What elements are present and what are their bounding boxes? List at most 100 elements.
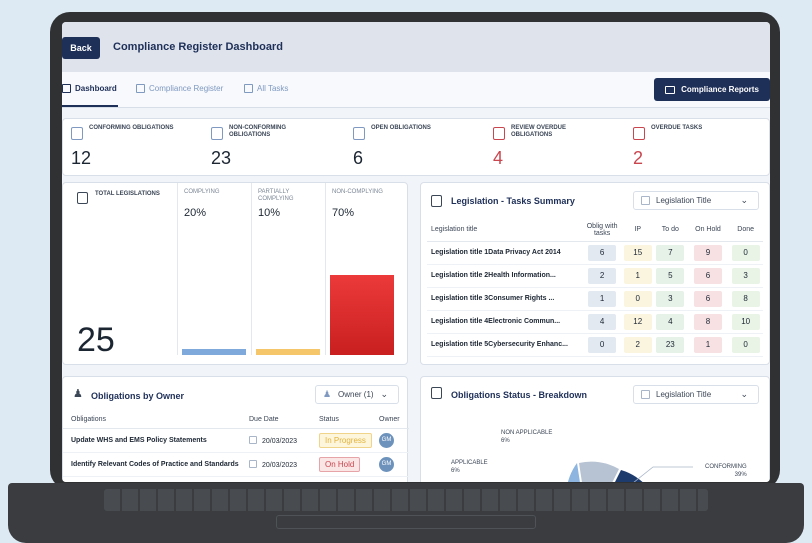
compliance-reports-button[interactable]: Compliance Reports	[654, 78, 770, 101]
column-label: NON-COMPLYING	[332, 189, 383, 195]
total-legislations-card: TOTAL LEGISLATIONS 25 COMPLYING 20% PART…	[62, 182, 408, 365]
count-value: 1	[623, 267, 652, 284]
dropdown-value: Owner (1)	[338, 390, 374, 399]
segment-name: NON APPLICABLE	[501, 430, 553, 436]
legislation-title: Legislation title 5Cybersecurity Enhanc.…	[427, 333, 582, 357]
count-cell: 0	[581, 333, 623, 357]
donut-segment-applicable	[568, 463, 580, 482]
count-value: 0	[731, 244, 760, 261]
count-value: 6	[693, 290, 722, 307]
segment-pct: 6%	[451, 468, 460, 474]
donut-segment-non-applicable	[579, 461, 619, 482]
tab-compliance-register[interactable]: Compliance Register	[136, 84, 223, 93]
table-row[interactable]: Legislation title 5Cybersecurity Enhanc.…	[427, 333, 763, 357]
column-percent: 10%	[258, 207, 281, 219]
partially-complying-column[interactable]: PARTIALLY COMPLYING 10%	[251, 183, 323, 355]
count-value: 5	[656, 267, 685, 284]
tasks-summary-table: Legislation title Oblig with tasks IP To…	[427, 219, 763, 357]
count-cell: 5	[653, 264, 688, 288]
kpi-label: REVIEW OVERDUE OBLIGATIONS	[511, 125, 567, 138]
legislation-icon	[431, 195, 442, 207]
count-value: 6	[693, 267, 722, 284]
page-title: Compliance Register Dashboard	[113, 41, 283, 53]
table-row[interactable]: Legislation title 2Health Information...…	[427, 264, 763, 288]
count-cell: 3	[653, 287, 688, 311]
count-cell: 4	[581, 310, 623, 334]
back-button[interactable]: Back	[62, 37, 100, 59]
register-icon	[136, 84, 145, 93]
legislation-title: Legislation title 3Consumer Rights ...	[427, 287, 582, 311]
count-cell: 6	[581, 241, 623, 265]
tab-label: Compliance Register	[149, 84, 224, 93]
kpi-label: OPEN OBLIGATIONS	[371, 125, 431, 131]
tab-all-tasks[interactable]: All Tasks	[244, 84, 288, 93]
active-tab-indicator	[62, 105, 118, 107]
laptop-base	[8, 483, 804, 543]
count-value: 10	[731, 313, 760, 330]
tab-label: Dashboard	[75, 84, 117, 93]
kpi-value: 6	[353, 148, 364, 168]
count-value: 6	[588, 244, 617, 261]
legislation-title-dropdown[interactable]: Legislation Title ⌄	[633, 191, 759, 210]
count-cell: 1	[581, 287, 623, 311]
owner-cell: GM	[379, 428, 409, 453]
count-value: 0	[731, 336, 760, 353]
chart-icon	[431, 387, 442, 399]
trackpad	[276, 515, 536, 529]
kpi-value: 23	[211, 148, 232, 168]
total-legislations-label: TOTAL LEGISLATIONS	[95, 191, 160, 197]
table-row[interactable]: Legislation title 4Electronic Commun... 4…	[427, 310, 763, 334]
app-header: Back Compliance Register Dashboard	[62, 22, 770, 72]
report-icon	[665, 85, 676, 94]
person-icon: ♟	[323, 389, 332, 399]
document-icon	[353, 127, 365, 140]
owner-dropdown[interactable]: ♟ Owner (1) ⌄	[315, 385, 399, 404]
dropdown-value: Legislation Title	[656, 196, 712, 205]
count-cell: 8	[728, 287, 763, 311]
count-value: 12	[623, 313, 652, 330]
status-cell: In Progress	[319, 428, 379, 453]
column-header: Owner	[379, 412, 409, 429]
table-row[interactable]: Legislation title 3Consumer Rights ... 1 0…	[427, 287, 763, 311]
filter-icon	[641, 390, 650, 399]
obligations-table: Obligations Due Date Status Owner Update…	[63, 412, 409, 477]
count-value: 4	[588, 313, 617, 330]
kpi-label: CONFORMING OBLIGATIONS	[89, 125, 174, 131]
owner-card-title: Obligations by Owner	[91, 391, 185, 401]
non-complying-column[interactable]: NON-COMPLYING 70%	[325, 183, 397, 355]
keyboard	[104, 489, 708, 511]
column-header: Obligations	[63, 412, 249, 429]
kpi-row: CONFORMING OBLIGATIONS 12 NON-CONFORMING…	[62, 118, 770, 176]
total-legislations-value: 25	[77, 321, 115, 359]
alert-document-icon	[493, 127, 505, 140]
legislation-icon	[77, 192, 88, 204]
complying-column[interactable]: COMPLYING 20%	[177, 183, 249, 355]
tab-dashboard[interactable]: Dashboard	[62, 84, 117, 93]
count-cell: 23	[653, 333, 688, 357]
legislation-title-dropdown[interactable]: Legislation Title ⌄	[633, 385, 759, 404]
count-value: 23	[656, 336, 685, 353]
count-cell: 10	[728, 310, 763, 334]
count-value: 0	[623, 290, 652, 307]
table-row[interactable]: Legislation title 1Data Privacy Act 2014…	[427, 241, 763, 265]
avatar[interactable]: GM	[379, 432, 394, 448]
segment-pct: 39%	[734, 472, 747, 478]
table-row[interactable]: Update WHS and EMS Policy Statements 20/…	[63, 428, 409, 453]
count-value: 1	[693, 336, 722, 353]
document-icon	[71, 127, 83, 140]
non-complying-bar	[330, 275, 394, 355]
count-cell: 8	[687, 310, 729, 334]
status-breakdown-title: Obligations Status - Breakdown	[451, 390, 588, 400]
column-header: To do	[653, 219, 688, 242]
count-cell: 7	[653, 241, 688, 265]
table-row[interactable]: Identify Relevant Codes of Practice and …	[63, 452, 409, 477]
column-percent: 70%	[332, 207, 355, 219]
status-cell: On Hold	[319, 452, 379, 477]
filter-icon	[641, 196, 650, 205]
person-icon: ♟	[73, 388, 83, 400]
avatar[interactable]: GM	[379, 456, 394, 472]
segment-name: CONFORMING	[705, 464, 747, 470]
document-icon	[211, 127, 223, 140]
count-cell: 6	[687, 264, 729, 288]
tasks-summary-card: Legislation - Tasks Summary Legislation …	[420, 182, 770, 365]
